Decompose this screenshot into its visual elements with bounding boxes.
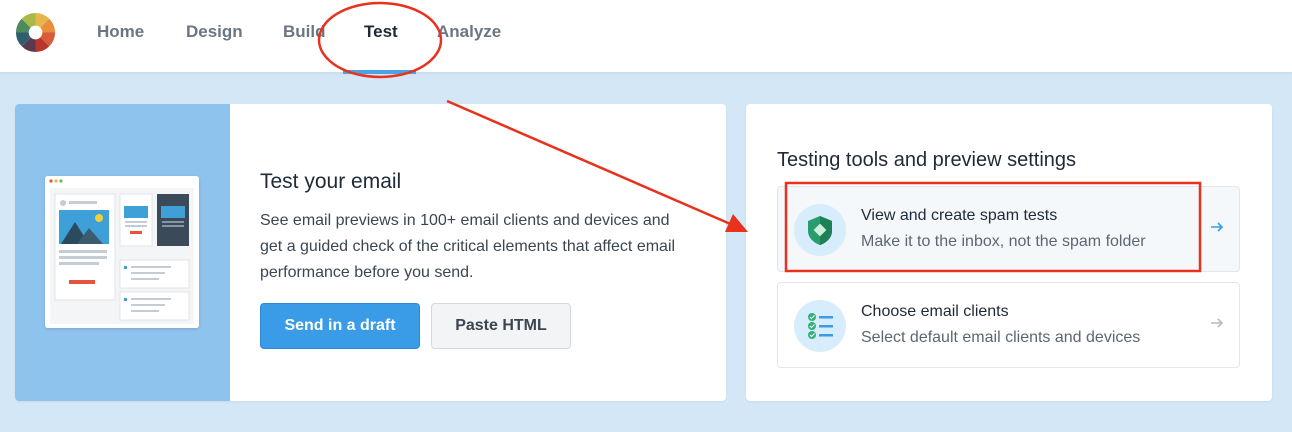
nav-home[interactable]: Home: [97, 22, 144, 42]
shield-icon: [794, 204, 846, 256]
nav-analyze[interactable]: Analyze: [437, 22, 501, 42]
checklist-icon: [794, 300, 846, 352]
testing-tools-title: Testing tools and preview settings: [777, 149, 1077, 171]
top-nav: Home Design Build Test Analyze: [0, 0, 1292, 74]
spam-tests-title: View and create spam tests: [861, 207, 1058, 224]
nav-test[interactable]: Test: [364, 22, 398, 42]
arrow-right-icon[interactable]: [1207, 217, 1227, 237]
paste-html-button[interactable]: Paste HTML: [431, 303, 571, 349]
arrow-right-icon[interactable]: [1207, 313, 1227, 333]
spam-tests-item[interactable]: View and create spam tests Make it to th…: [777, 186, 1240, 272]
app-logo-icon[interactable]: [14, 11, 57, 54]
test-email-card: Test your email See email previews in 10…: [15, 104, 726, 401]
spam-tests-subtitle: Make it to the inbox, not the spam folde…: [861, 233, 1146, 250]
nav-build[interactable]: Build: [283, 22, 326, 42]
active-tab-indicator: [343, 70, 416, 74]
nav-design[interactable]: Design: [186, 22, 243, 42]
email-clients-item[interactable]: Choose email clients Select default emai…: [777, 282, 1240, 368]
illustration-panel: [15, 104, 230, 401]
testing-tools-card: Testing tools and preview settings View …: [746, 104, 1272, 401]
test-email-title: Test your email: [260, 170, 402, 193]
test-email-description: See email previews in 100+ email clients…: [260, 212, 676, 281]
email-clients-title: Choose email clients: [861, 303, 1009, 320]
email-clients-subtitle: Select default email clients and devices: [861, 329, 1141, 346]
annotation-arrowhead: [725, 214, 748, 232]
email-preview-illustration: [45, 176, 199, 328]
send-in-draft-button[interactable]: Send in a draft: [260, 303, 420, 349]
